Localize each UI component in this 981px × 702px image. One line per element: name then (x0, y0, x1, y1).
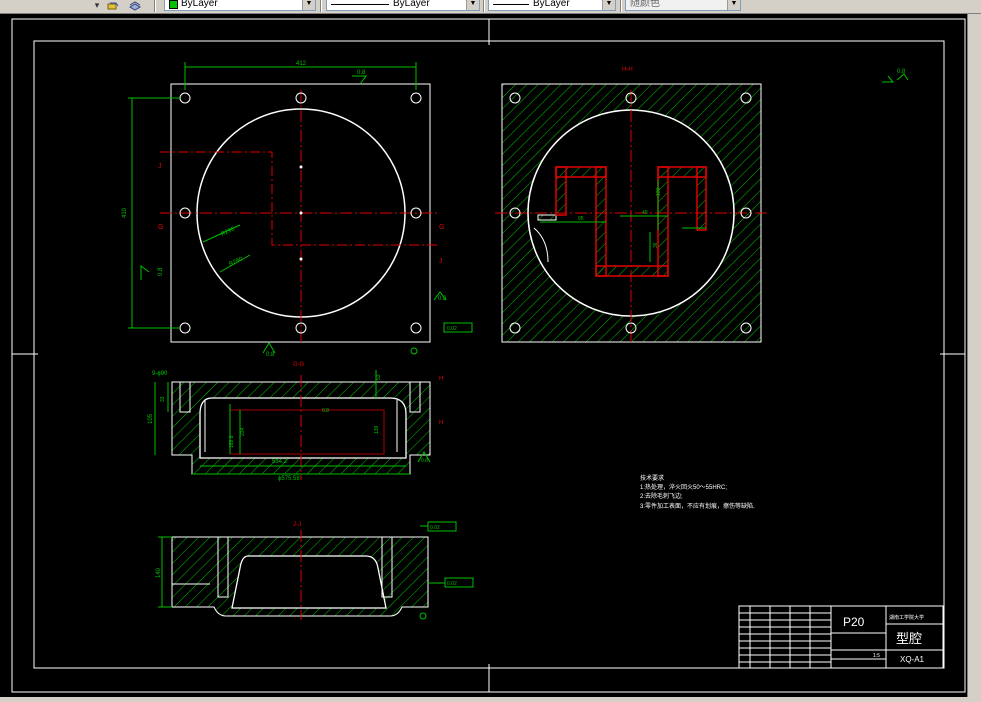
lineweight-control-combo[interactable]: ByLayer ▼ (488, 0, 616, 11)
tech-req-title: 技术要求 (640, 474, 664, 482)
dim-534: 534.2 (272, 459, 288, 465)
sheet-outer-border (11, 18, 966, 693)
chevron-down-icon[interactable]: ▼ (302, 0, 315, 10)
properties-toolbar: ▾ ByLayer ▼ ByLayer ▼ ByLayer ▼ 随颜色 ▼ (0, 0, 981, 14)
section-g-g-view: 9-ϕ90 105 33 53 139 169.8 234 534.2 ϕ575… (148, 370, 443, 482)
general-roughness-note: 0.8 (882, 69, 909, 83)
tech-req-line-2: 2:去除毛刺飞边; (640, 492, 683, 500)
drawing-canvas[interactable]: 412 410 0.8 0.8 0.8 0.8 R295 R260 0.02 J… (0, 14, 967, 697)
dim-9xphi90: 9-ϕ90 (152, 371, 168, 377)
chevron-down-icon: ▼ (727, 0, 740, 10)
dim-140: 140 (156, 567, 162, 578)
dim-53: 53 (376, 374, 382, 380)
title-drawing-no: XQ-A1 (900, 655, 925, 664)
plan-view: 412 410 0.8 0.8 0.8 0.8 R295 R260 0.02 J… (122, 61, 473, 368)
toolbar-separator (154, 0, 156, 12)
section-letter-g2: G (439, 224, 444, 231)
label-j-j: J-J (293, 522, 301, 528)
title-part-name: 型腔 (896, 631, 922, 646)
vertical-scrollbar[interactable] (967, 14, 981, 697)
roughness-right: 0.8 (438, 296, 447, 302)
tech-req-line-1: 1:热处理，淬火回火50～55HRC; (640, 483, 727, 491)
dim-410: 410 (122, 207, 128, 218)
plotstyle-control-combo: 随颜色 ▼ (625, 0, 741, 11)
dim-120: 120 (656, 187, 662, 196)
dim-412: 412 (296, 61, 307, 67)
svg-text:0.8: 0.8 (897, 69, 906, 75)
linetype-preview (331, 3, 389, 5)
dim-169: 169.8 (229, 435, 235, 448)
dim-575: ϕ575.58 (278, 476, 300, 482)
toolbar-separator (620, 0, 622, 12)
drawing-svg: 412 410 0.8 0.8 0.8 0.8 R295 R260 0.02 J… (11, 18, 966, 693)
dim-36: 36 (653, 242, 659, 248)
lineweight-preview (493, 3, 529, 5)
roughness-top: 0.8 (357, 70, 366, 76)
label-g-g: G-G (293, 362, 305, 368)
title-scale: 1:5 (873, 653, 880, 659)
section-letter-j2: J (439, 258, 443, 265)
chevron-down-icon[interactable]: ▼ (602, 0, 615, 10)
layer-previous-icon[interactable] (128, 0, 142, 12)
section-letter-j1: J (158, 163, 162, 170)
title-block: P20 湖南工学院大学 型腔 XQ-A1 1:5 (738, 605, 944, 669)
roughness-left: 0.8 (158, 267, 164, 276)
section-letter-h1: H (439, 376, 443, 382)
color-control-combo[interactable]: ByLayer ▼ (164, 0, 316, 11)
toolbar-separator (320, 0, 322, 12)
dim-r260: R260 (228, 256, 244, 268)
title-material: P20 (843, 615, 865, 629)
title-school: 湖南工学院大学 (889, 614, 924, 621)
gdt-frame-flatness: 0.02 (430, 525, 440, 531)
svg-text:0.8: 0.8 (322, 408, 329, 414)
dim-40: 40 (642, 210, 648, 216)
layer-state-icon[interactable] (106, 0, 120, 12)
dim-105: 105 (148, 413, 154, 424)
color-swatch-icon (169, 0, 178, 9)
dim-139: 139 (374, 425, 380, 434)
gdt-frame-parallel: 0.02 (447, 581, 457, 587)
gdt-frame-plan: 0.02 (447, 326, 457, 332)
dropdown-arrow-icon[interactable]: ▾ (90, 0, 104, 12)
section-letter-h2: H (439, 420, 443, 426)
horizontal-scrollbar[interactable] (0, 697, 981, 701)
svg-text:0.8: 0.8 (421, 458, 428, 464)
linetype-control-combo[interactable]: ByLayer ▼ (326, 0, 480, 11)
section-j-j-view: J-J 140 0.02 0.02 (156, 521, 474, 620)
dim-95: 95 (578, 216, 584, 222)
tech-req-line-3: 3:零件加工表面，不应有划痕，擦伤等缺陷. (640, 502, 755, 510)
section-letter-g1: G (158, 224, 163, 231)
dim-33: 33 (160, 396, 166, 402)
chevron-down-icon[interactable]: ▼ (466, 0, 479, 10)
label-h-h: H-H (622, 67, 633, 73)
roughness-bottom: 0.8 (266, 352, 275, 358)
centering-marks (12, 19, 965, 692)
dim-234: 234 (240, 427, 246, 436)
toolbar-separator (483, 0, 485, 12)
technical-requirements: 技术要求 1:热处理，淬火回火50～55HRC; 2:去除毛刺飞边; 3:零件加… (640, 474, 755, 510)
section-h-h-view: H-H 95 40 120 36 (495, 67, 768, 345)
